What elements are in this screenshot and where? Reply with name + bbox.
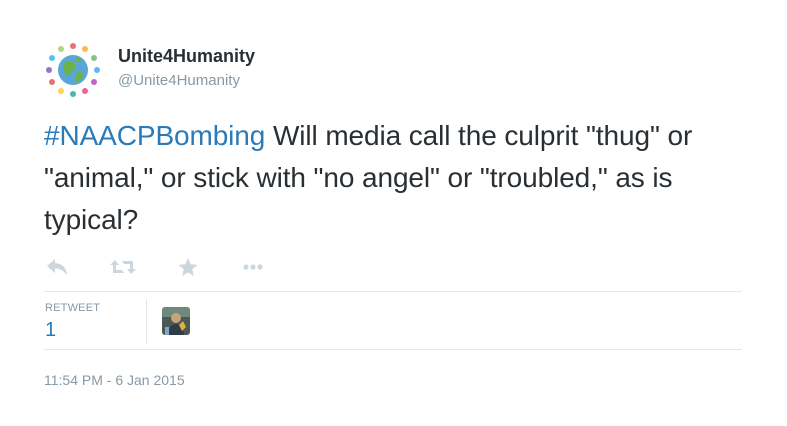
globe-with-people-avatar-icon xyxy=(46,43,100,97)
author-avatar[interactable] xyxy=(44,41,102,99)
more-icon xyxy=(243,264,263,270)
tweet-actions xyxy=(44,254,304,280)
retweet-icon xyxy=(110,260,136,274)
tweet-stats: RETWEET 1 xyxy=(44,291,742,350)
retweet-button[interactable] xyxy=(110,254,136,280)
tweet-text: #NAACPBombing Will media call the culpri… xyxy=(44,115,764,241)
retweet-count: 1 xyxy=(45,319,57,341)
author-handle[interactable]: @Unite4Humanity xyxy=(118,72,240,89)
retweeter-avatar[interactable] xyxy=(162,307,190,335)
retweet-stat-label: RETWEET xyxy=(45,302,101,314)
favorite-button[interactable] xyxy=(175,254,201,280)
tweet-timestamp[interactable]: 11:54 PM - 6 Jan 2015 xyxy=(44,372,185,388)
more-button[interactable] xyxy=(240,254,266,280)
reply-button[interactable] xyxy=(44,254,70,280)
reply-icon xyxy=(47,259,67,275)
hashtag-link[interactable]: #NAACPBombing xyxy=(44,120,265,151)
star-icon xyxy=(178,257,198,276)
retweet-stat[interactable]: RETWEET 1 xyxy=(44,299,147,344)
retweeter-avatar-icon xyxy=(162,307,190,335)
author-display-name[interactable]: Unite4Humanity xyxy=(118,46,255,67)
